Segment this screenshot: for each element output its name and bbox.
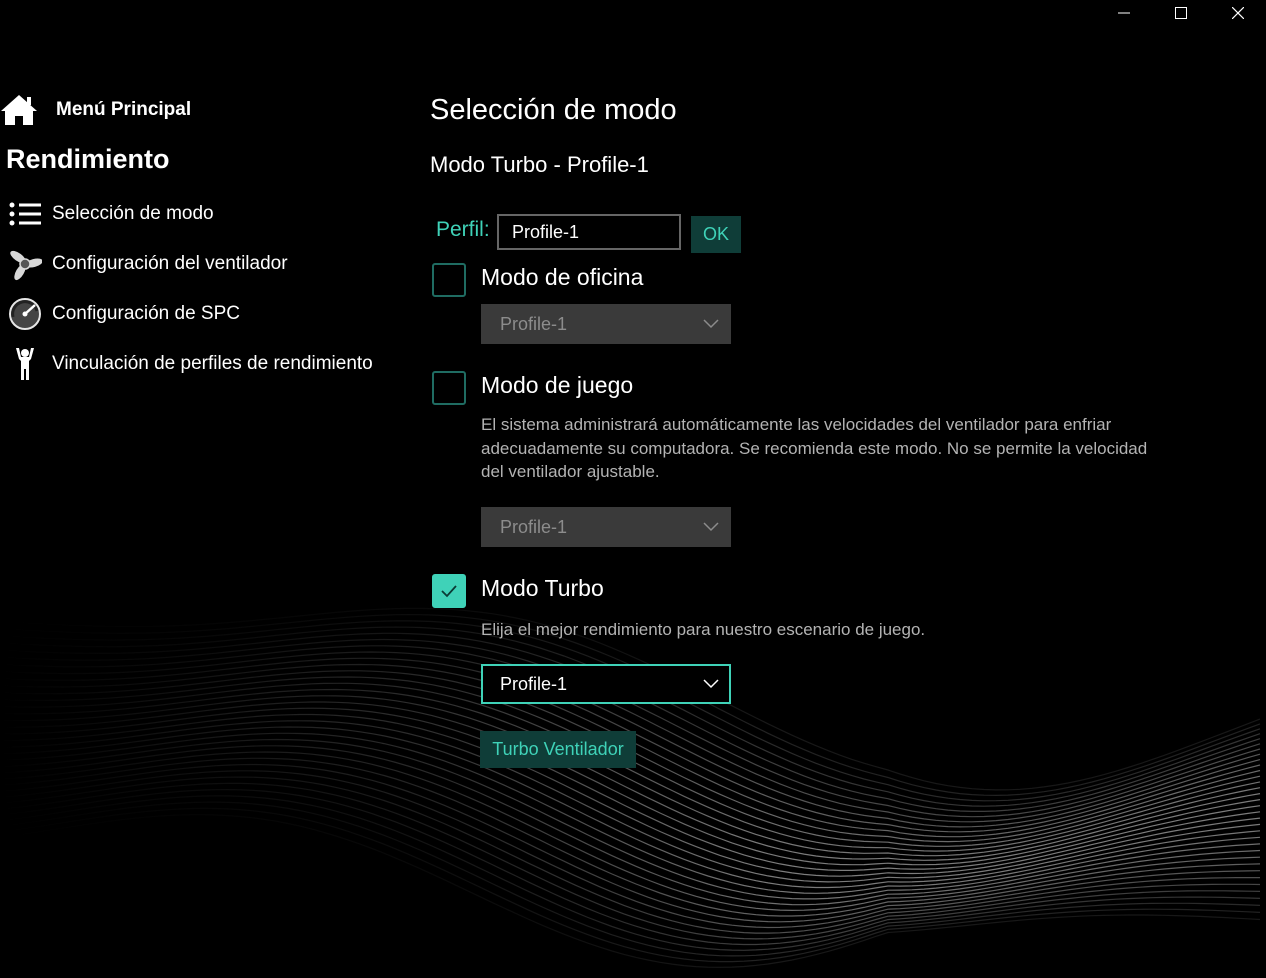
sidebar-item-mode-selection[interactable]: Selección de modo (0, 194, 410, 234)
wave-line (0, 776, 1260, 934)
office-mode-label: Modo de oficina (481, 264, 644, 290)
app-window: Menú Principal Rendimiento Selección de … (0, 0, 1266, 978)
select-value: Profile-1 (500, 673, 568, 694)
wave-line (0, 757, 1261, 917)
wave-line (0, 745, 1261, 906)
game-mode-label: Modo de juego (481, 372, 634, 398)
home-icon (1, 95, 37, 125)
office-mode-checkbox[interactable] (432, 263, 466, 297)
chevron-down-icon (703, 679, 719, 689)
wave-fade-top (0, 0, 1266, 978)
wave-line (0, 695, 1261, 861)
wave-line (0, 626, 1261, 807)
wave-background (0, 0, 1266, 978)
home-label: Menú Principal (56, 99, 192, 120)
close-icon (1231, 7, 1244, 19)
sidebar-item-label: Selección de modo (52, 203, 214, 224)
close-button[interactable] (1209, 0, 1266, 26)
minimize-icon (1117, 12, 1130, 14)
maximize-button[interactable] (1152, 0, 1209, 26)
gauge-icon (8, 297, 42, 331)
section-title: Rendimiento (6, 144, 170, 174)
minimize-button[interactable] (1095, 0, 1152, 26)
sidebar-item-label: Configuración del ventilador (52, 253, 288, 274)
wave-line (0, 801, 1261, 957)
ok-button[interactable]: OK (691, 216, 741, 253)
checkmark-icon (441, 585, 457, 598)
wave-line (0, 814, 1261, 968)
office-mode-profile-select: Profile-1 (481, 304, 731, 344)
title-bar (1095, 0, 1266, 26)
sidebar-item-label: Vinculación de perfiles de rendimiento (52, 353, 373, 374)
select-value: Profile-1 (500, 313, 568, 334)
maximize-icon (1174, 7, 1187, 19)
wave-line (0, 751, 1261, 912)
turbo-mode-label: Modo Turbo (481, 575, 604, 601)
select-value: Profile-1 (500, 516, 568, 537)
wave-line (0, 770, 1261, 929)
current-mode-subtitle: Modo Turbo - Profile-1 (430, 152, 649, 177)
wave-line (0, 782, 1261, 940)
turbo-mode-profile-select[interactable]: Profile-1 (481, 664, 731, 704)
profile-name-input[interactable] (497, 214, 681, 250)
wave-line (0, 620, 1261, 802)
turbo-fan-button[interactable]: Turbo Ventilador (480, 731, 636, 768)
person-icon (8, 347, 42, 381)
wave-line (0, 795, 1261, 951)
fan-icon (8, 247, 42, 281)
wave-fade-left (0, 0, 1266, 978)
page-title: Selección de modo (430, 94, 677, 126)
sidebar-item-spc-config[interactable]: Configuración de SPC (0, 294, 410, 334)
game-mode-description: El sistema administrará automáticamente … (481, 415, 1148, 481)
profile-label: Perfil: (436, 218, 490, 241)
sidebar-item-fan-config[interactable]: Configuración del ventilador (0, 244, 410, 284)
wave-line (0, 788, 1261, 946)
wave-line (0, 613, 1261, 797)
chevron-down-icon (703, 319, 719, 329)
game-mode-profile-select: Profile-1 (481, 507, 731, 547)
list-icon (8, 197, 42, 231)
wave-line (0, 763, 1261, 923)
wave-line (0, 701, 1261, 866)
sidebar-item-label: Configuración de SPC (52, 303, 240, 324)
wave-line (0, 688, 1261, 857)
sidebar-item-profile-linking[interactable]: Vinculación de perfiles de rendimiento (0, 344, 410, 384)
chevron-down-icon (703, 522, 719, 532)
home-menu-link[interactable]: Menú Principal (0, 90, 260, 126)
turbo-mode-checkbox[interactable] (432, 574, 466, 608)
wave-line (0, 807, 1261, 963)
game-mode-checkbox[interactable] (432, 371, 466, 405)
turbo-mode-description: Elija el mejor rendimiento para nuestro … (481, 620, 926, 639)
wave-line (0, 632, 1261, 813)
